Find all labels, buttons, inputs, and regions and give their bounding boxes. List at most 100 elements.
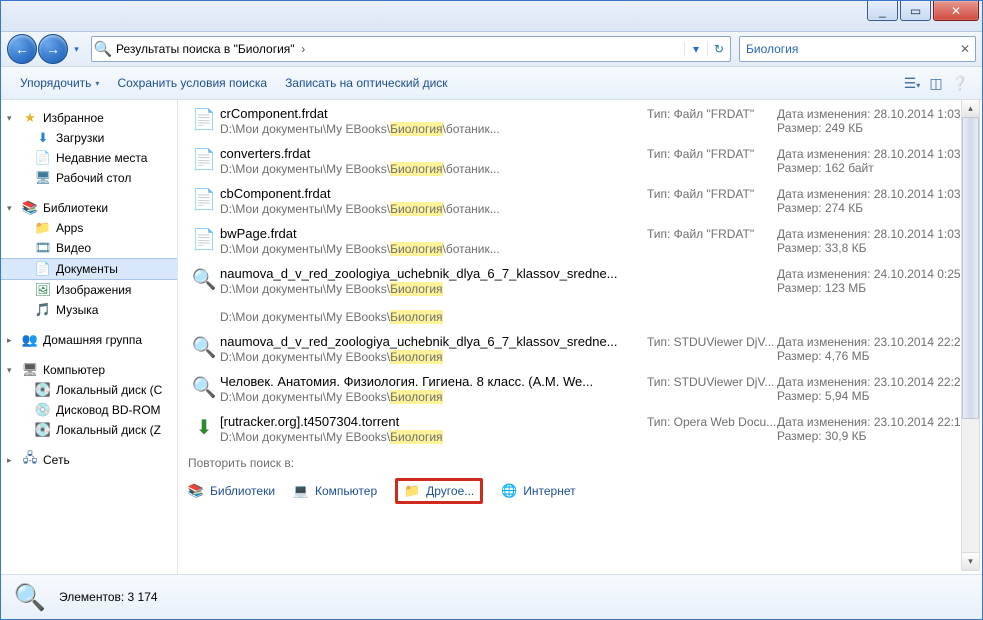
burn-disc-button[interactable]: Записать на оптический диск	[276, 76, 457, 90]
close-icon: ✕	[951, 4, 961, 18]
sidebar-item-disk-z[interactable]: 💽Локальный диск (Z	[1, 420, 177, 440]
file-name: cbComponent.frdat	[220, 186, 647, 201]
file-name: [rutracker.org].t4507304.torrent	[220, 414, 647, 429]
expand-icon: ▸	[7, 335, 17, 346]
torrent-icon: ⬇	[188, 414, 220, 444]
file-type: Тип: Файл "FRDAT"	[647, 226, 777, 256]
sidebar-item-disk-c[interactable]: 💽Локальный диск (C	[1, 380, 177, 400]
repeat-search-label: Повторить поиск в:	[178, 448, 982, 474]
file-icon: 📄	[188, 186, 220, 216]
favorites-group[interactable]: ▾★Избранное	[1, 108, 177, 128]
result-item[interactable]: 📄bwPage.frdatD:\Мои документы\My EBooks\…	[178, 220, 982, 260]
homegroup-icon: 👥	[22, 332, 38, 348]
desktop-icon: 🖥	[35, 170, 51, 186]
result-item[interactable]: 📄crComponent.frdatD:\Мои документы\My EB…	[178, 100, 982, 140]
djvu-icon: 🔍	[188, 334, 220, 364]
item-count: Элементов: 3 174	[59, 590, 158, 604]
navigation-bar: ← → ▾ 🔍 Результаты поиска в "Биология" ›…	[1, 32, 982, 67]
pdf-icon: 🔍	[188, 266, 220, 324]
repeat-opt-other[interactable]: 📁Другое...	[395, 478, 483, 504]
file-path: D:\Мои документы\My EBooks\Биология	[220, 430, 647, 444]
navigation-pane: ▾★Избранное ⬇Загрузки 📄Недавние места 🖥Р…	[1, 100, 178, 574]
result-item[interactable]: ⬇[rutracker.org].t4507304.torrentD:\Мои …	[178, 408, 982, 448]
scroll-thumb[interactable]	[962, 117, 979, 419]
file-path: D:\Мои документы\My EBooks\Биология\бота…	[220, 122, 647, 136]
maximize-button[interactable]: ▭	[900, 1, 931, 21]
search-location-icon: 🔍	[92, 40, 114, 58]
help-button[interactable]: ❔	[948, 75, 972, 92]
file-name: bwPage.frdat	[220, 226, 647, 241]
sidebar-item-documents[interactable]: 📄Документы	[1, 258, 177, 280]
computer-group[interactable]: ▾🖥Компьютер	[1, 360, 177, 380]
scrollbar[interactable]: ▴ ▾	[961, 99, 980, 571]
refresh-button[interactable]: ↻	[707, 42, 730, 56]
arrow-left-icon: ←	[15, 41, 29, 57]
file-meta: Дата изменения: 28.10.2014 1:03Размер: 2…	[777, 106, 972, 136]
search-input[interactable]	[740, 42, 955, 56]
magnifier-icon: 🔍	[13, 580, 47, 614]
pictures-icon: 🖼	[35, 282, 51, 298]
command-bar: Упорядочить▾ Сохранить условия поиска За…	[1, 67, 982, 100]
preview-pane-button[interactable]: ◫	[924, 75, 948, 92]
search-box[interactable]: ✕	[739, 36, 976, 62]
back-button[interactable]: ←	[7, 34, 37, 64]
forward-button[interactable]: →	[38, 34, 68, 64]
sidebar-item-apps[interactable]: 📁Apps	[1, 218, 177, 238]
video-icon: 🎞	[35, 240, 51, 256]
disk-icon: 💽	[35, 382, 51, 398]
homegroup-item[interactable]: ▸👥Домашняя группа	[1, 330, 177, 350]
sidebar-item-desktop[interactable]: 🖥Рабочий стол	[1, 168, 177, 188]
history-dropdown[interactable]: ▾	[70, 38, 83, 60]
address-bar[interactable]: 🔍 Результаты поиска в "Биология" › ▾ ↻	[91, 36, 731, 62]
file-name: converters.frdat	[220, 146, 647, 161]
result-item[interactable]: 🔍naumova_d_v_red_zoologiya_uchebnik_dlya…	[178, 328, 982, 368]
file-name: naumova_d_v_red_zoologiya_uchebnik_dlya_…	[220, 334, 647, 349]
close-button[interactable]: ✕	[933, 1, 979, 21]
libraries-group[interactable]: ▾📚Библиотеки	[1, 198, 177, 218]
sidebar-item-music[interactable]: 🎵Музыка	[1, 300, 177, 320]
music-icon: 🎵	[35, 302, 51, 318]
repeat-opt-internet[interactable]: 🌐Интернет	[501, 483, 575, 499]
djvu-icon: 🔍	[188, 374, 220, 404]
expand-icon: ▸	[7, 455, 17, 466]
file-name: naumova_d_v_red_zoologiya_uchebnik_dlya_…	[220, 266, 647, 281]
file-icon: 📄	[188, 146, 220, 176]
file-type: Тип: Opera Web Docu...	[647, 414, 777, 444]
result-item[interactable]: 📄cbComponent.frdatD:\Мои документы\My EB…	[178, 180, 982, 220]
result-item[interactable]: 📄converters.frdatD:\Мои документы\My EBo…	[178, 140, 982, 180]
sidebar-item-recent[interactable]: 📄Недавние места	[1, 148, 177, 168]
sidebar-item-downloads[interactable]: ⬇Загрузки	[1, 128, 177, 148]
scroll-up-button[interactable]: ▴	[962, 100, 979, 118]
organize-menu[interactable]: Упорядочить▾	[11, 76, 108, 90]
result-item[interactable]: 🔍Человек. Анатомия. Физиология. Гигиена.…	[178, 368, 982, 408]
repeat-search-options: 📚Библиотеки 💻Компьютер 📁Другое... 🌐Интернет	[178, 474, 982, 514]
file-type: Тип: STDUViewer DjV...	[647, 334, 777, 364]
sidebar-item-video[interactable]: 🎞Видео	[1, 238, 177, 258]
repeat-opt-computer[interactable]: 💻Компьютер	[293, 483, 377, 499]
sidebar-item-bdrom[interactable]: 💿Дисковод BD-ROM	[1, 400, 177, 420]
file-path-extra: D:\Мои документы\My EBooks\Биология	[220, 310, 647, 324]
file-type	[647, 266, 777, 324]
network-item[interactable]: ▸🖧Сеть	[1, 450, 177, 470]
repeat-opt-libraries[interactable]: 📚Библиотеки	[188, 483, 275, 499]
address-dropdown[interactable]: ▾	[684, 42, 707, 56]
file-type: Тип: Файл "FRDAT"	[647, 106, 777, 136]
scroll-down-button[interactable]: ▾	[962, 552, 979, 570]
documents-icon: 📄	[35, 261, 51, 277]
save-search-button[interactable]: Сохранить условия поиска	[108, 76, 276, 90]
result-item[interactable]: 🔍naumova_d_v_red_zoologiya_uchebnik_dlya…	[178, 260, 982, 328]
file-meta: Дата изменения: 23.10.2014 22:16Размер: …	[777, 414, 972, 444]
download-icon: ⬇	[35, 130, 51, 146]
recent-icon: 📄	[35, 150, 51, 166]
minimize-button[interactable]: _	[867, 1, 898, 21]
file-meta: Дата изменения: 28.10.2014 1:03Размер: 1…	[777, 146, 972, 176]
folder-icon: 📁	[35, 220, 51, 236]
file-path: D:\Мои документы\My EBooks\Биология\бота…	[220, 242, 647, 256]
view-mode-button[interactable]: ☰▾	[900, 75, 924, 92]
file-type: Тип: Файл "FRDAT"	[647, 146, 777, 176]
computer-icon: 🖥	[22, 362, 38, 378]
sidebar-item-pictures[interactable]: 🖼Изображения	[1, 280, 177, 300]
clear-search-button[interactable]: ✕	[955, 42, 975, 56]
chevron-down-icon: ▾	[74, 44, 79, 55]
titlebar: _ ▭ ✕	[1, 1, 982, 32]
